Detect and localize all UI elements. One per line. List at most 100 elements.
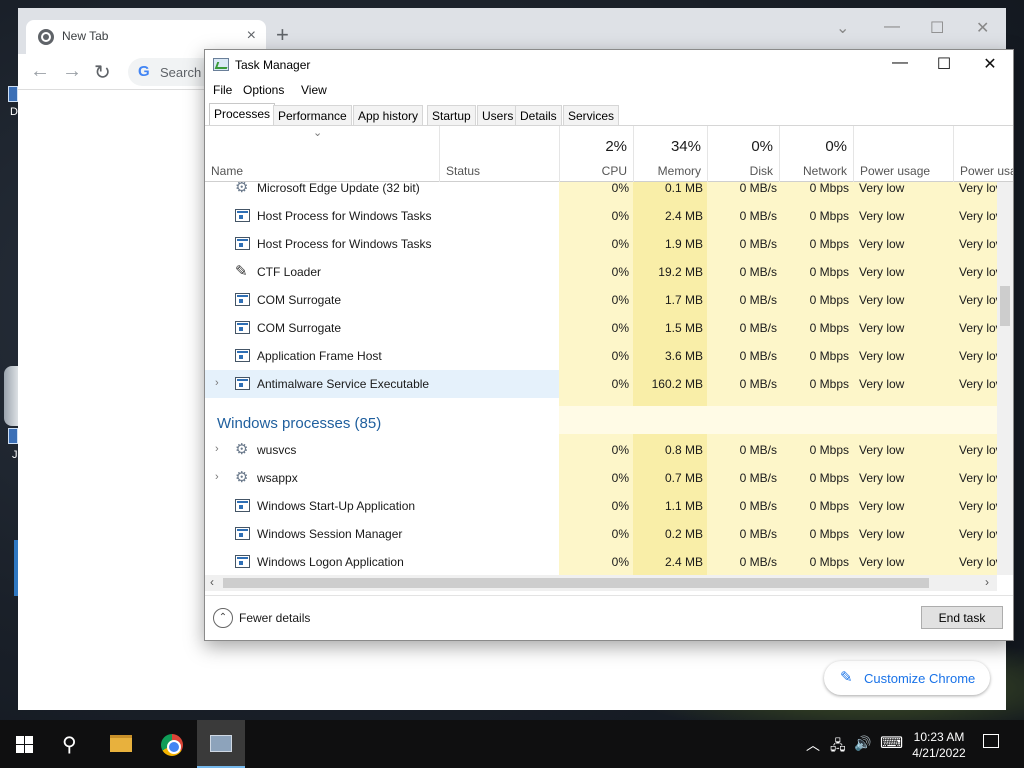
- scroll-right-icon[interactable]: ›: [985, 575, 989, 589]
- process-gear-icon: ⚙: [235, 441, 249, 458]
- customize-chrome-label: Customize Chrome: [864, 671, 976, 686]
- menu-view[interactable]: View: [301, 83, 327, 97]
- process-gear-icon: ⚙: [235, 469, 249, 486]
- tab-search-dropdown-icon[interactable]: ⌄: [836, 18, 849, 38]
- process-cpu: 0%: [611, 443, 629, 457]
- process-disk: 0 MB/s: [739, 527, 777, 541]
- process-name: wsappx: [257, 471, 298, 485]
- process-row[interactable]: Application Frame Host 0% 3.6 MB 0 MB/s 0 Mb…: [205, 342, 997, 370]
- process-cpu: 0%: [611, 527, 629, 541]
- process-memory: 3.6 MB: [664, 349, 703, 363]
- clock[interactable]: 10:23 AM 4/21/2022: [906, 729, 972, 761]
- close-tab-icon[interactable]: ×: [247, 27, 256, 45]
- process-row[interactable]: Windows Session Manager 0% 0.2 MB 0 MB/s 0 M…: [205, 520, 997, 548]
- column-disk[interactable]: 0% Disk: [707, 126, 779, 182]
- process-row[interactable]: Host Process for Windows Tasks 0% 1.9 MB 0 …: [205, 230, 997, 258]
- process-disk: 0 MB/s: [739, 443, 777, 457]
- fewer-details-link[interactable]: Fewer details: [239, 611, 310, 625]
- process-disk: 0 MB/s: [739, 265, 777, 279]
- desktop-shortcut-label: J: [12, 449, 18, 461]
- group-header-windows-processes: Windows processes (85): [217, 406, 997, 434]
- task-manager-icon: [210, 735, 232, 752]
- process-row[interactable]: › Antimalware Service Executable 0% 160.2 M…: [205, 370, 997, 398]
- process-row[interactable]: ✎ CTF Loader 0% 19.2 MB 0 MB/s 0 Mbps Very low…: [205, 258, 997, 286]
- tab-services[interactable]: Services: [563, 105, 620, 125]
- customize-chrome-button[interactable]: ✎ Customize Chrome: [824, 661, 990, 695]
- tab-processes[interactable]: Processes: [209, 103, 276, 126]
- process-row[interactable]: › ⚙ wsappx 0% 0.7 MB 0 MB/s 0 Mbps Very low Very…: [205, 464, 997, 492]
- expand-chevron-icon[interactable]: ›: [215, 443, 219, 455]
- process-memory: 160.2 MB: [651, 377, 703, 391]
- process-name: Antimalware Service Executable: [257, 377, 430, 391]
- tab-startup[interactable]: Startup: [427, 105, 476, 125]
- vertical-scroll-thumb[interactable]: [1000, 286, 1010, 326]
- process-power-usage-trend: Very lov: [959, 555, 997, 569]
- process-window-icon: [235, 499, 250, 512]
- task-manager-title-bar[interactable]: Task Manager — ☐ ✕: [205, 50, 1013, 80]
- process-row[interactable]: › ⚙ wusvcs 0% 0.8 MB 0 MB/s 0 Mbps Very low Very…: [205, 436, 997, 464]
- start-button[interactable]: [0, 720, 48, 768]
- search-icon[interactable]: ⚲: [62, 732, 77, 757]
- chrome-minimize-button[interactable]: —: [884, 18, 900, 36]
- expand-chevron-icon[interactable]: ›: [215, 377, 219, 389]
- process-name: Application Frame Host: [257, 349, 382, 363]
- chrome-maximize-button[interactable]: ☐: [930, 18, 944, 38]
- column-power-usage-trend[interactable]: Power usa: [953, 126, 1013, 182]
- scroll-left-icon[interactable]: ‹: [210, 575, 214, 589]
- process-row[interactable]: Windows Logon Application 0% 2.4 MB 0 MB/s 0…: [205, 548, 997, 575]
- end-task-button[interactable]: End task: [921, 606, 1003, 629]
- process-power-usage: Very low: [859, 527, 905, 541]
- column-memory[interactable]: 34% Memory: [633, 126, 707, 182]
- reload-icon[interactable]: ↻: [94, 60, 111, 85]
- process-row[interactable]: ⚙ Microsoft Edge Update (32 bit) 0% 0.1 MB 0…: [205, 182, 997, 202]
- column-name[interactable]: Name: [205, 126, 439, 182]
- maximize-button[interactable]: ☐: [921, 54, 967, 76]
- process-list[interactable]: ⚙ Microsoft Edge Update (32 bit) 0% 0.1 MB 0…: [205, 182, 997, 575]
- horizontal-scroll-thumb[interactable]: [223, 578, 929, 588]
- column-cpu[interactable]: 2% CPU: [559, 126, 633, 182]
- process-disk: 0 MB/s: [739, 471, 777, 485]
- process-power-usage-trend: Very lov: [959, 499, 997, 513]
- process-power-usage-trend: Very lov: [959, 265, 997, 279]
- process-row[interactable]: Host Process for Windows Tasks 0% 2.4 MB 0 …: [205, 202, 997, 230]
- process-disk: 0 MB/s: [739, 182, 777, 195]
- tab-performance[interactable]: Performance: [273, 105, 352, 125]
- chrome-close-button[interactable]: ✕: [976, 18, 989, 38]
- vertical-scrollbar[interactable]: [997, 182, 1013, 575]
- taskbar: ⚲ ︿ 🖧 🔊 ⌨ 10:23 AM 4/21/2022: [0, 720, 1024, 768]
- process-window-icon: [235, 293, 250, 306]
- taskbar-task-manager[interactable]: [197, 720, 245, 768]
- keyboard-icon[interactable]: ⌨: [880, 733, 903, 753]
- horizontal-scrollbar[interactable]: ‹ ›: [205, 575, 997, 591]
- volume-icon[interactable]: 🔊: [854, 735, 871, 752]
- process-power-usage: Very low: [859, 237, 905, 251]
- column-network[interactable]: 0% Network: [779, 126, 853, 182]
- process-row[interactable]: COM Surrogate 0% 1.7 MB 0 MB/s 0 Mbps Very lo…: [205, 286, 997, 314]
- process-disk: 0 MB/s: [739, 349, 777, 363]
- notification-center-icon[interactable]: [983, 734, 999, 748]
- tab-users[interactable]: Users: [477, 105, 519, 125]
- forward-arrow-icon[interactable]: →: [62, 60, 82, 83]
- show-hidden-icons-chevron-icon[interactable]: ︿: [806, 735, 820, 755]
- tab-details[interactable]: Details: [515, 105, 562, 125]
- desktop-shortcut-icon[interactable]: [8, 86, 18, 102]
- taskbar-file-explorer[interactable]: [98, 720, 146, 768]
- expand-chevron-icon[interactable]: ›: [215, 471, 219, 483]
- windows-logo-icon: [16, 736, 33, 753]
- menu-options[interactable]: Options: [243, 83, 284, 97]
- close-button[interactable]: ✕: [967, 54, 1013, 76]
- menu-file[interactable]: File: [213, 83, 232, 97]
- desktop-shortcut-icon[interactable]: [8, 428, 18, 444]
- tab-app-history[interactable]: App history: [353, 105, 424, 125]
- chrome-tab-title: New Tab: [62, 29, 109, 43]
- chevron-up-circle-icon[interactable]: ⌃: [213, 608, 233, 628]
- process-row[interactable]: Windows Start-Up Application 0% 1.1 MB 0 MB…: [205, 492, 997, 520]
- column-status[interactable]: Status: [439, 126, 559, 182]
- back-arrow-icon[interactable]: ←: [30, 60, 50, 83]
- new-tab-button[interactable]: +: [276, 22, 289, 48]
- minimize-button[interactable]: —: [877, 54, 923, 76]
- taskbar-chrome[interactable]: [148, 720, 196, 768]
- network-icon[interactable]: 🖧: [830, 735, 846, 759]
- column-power-usage[interactable]: Power usage: [853, 126, 953, 182]
- process-row[interactable]: COM Surrogate 0% 1.5 MB 0 MB/s 0 Mbps Very lo…: [205, 314, 997, 342]
